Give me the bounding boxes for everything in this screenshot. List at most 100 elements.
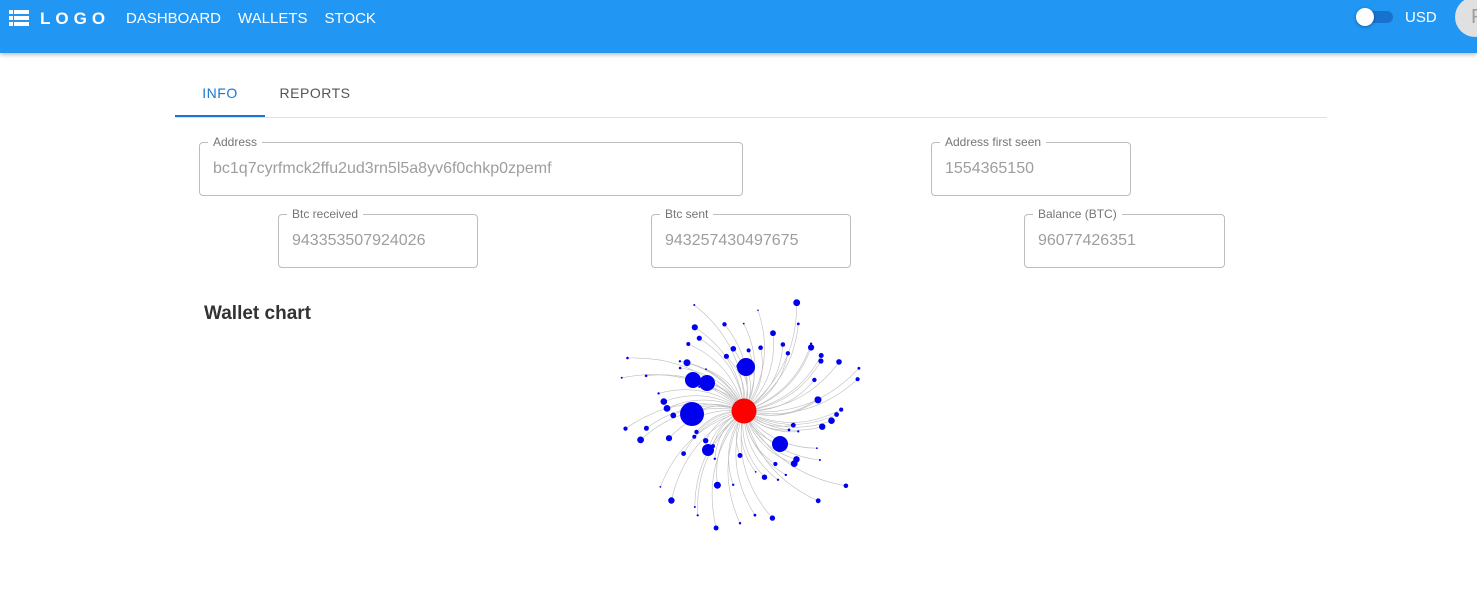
- graph-node[interactable]: [819, 423, 826, 430]
- graph-node[interactable]: [713, 457, 716, 460]
- graph-node[interactable]: [696, 514, 699, 517]
- graph-node[interactable]: [757, 309, 759, 312]
- graph-node[interactable]: [793, 299, 801, 307]
- graph-node[interactable]: [696, 335, 702, 341]
- graph-node[interactable]: [772, 436, 788, 452]
- graph-node[interactable]: [678, 366, 682, 370]
- graph-link: [743, 410, 819, 502]
- graph-node[interactable]: [828, 417, 835, 424]
- graph-node[interactable]: [790, 460, 798, 467]
- graph-node[interactable]: [703, 438, 709, 444]
- graph-node[interactable]: [773, 461, 778, 467]
- graph-node[interactable]: [692, 434, 697, 439]
- graph-node[interactable]: [693, 304, 696, 306]
- graph-node[interactable]: [742, 322, 745, 325]
- graph-node[interactable]: [834, 412, 839, 417]
- graph-node[interactable]: [770, 330, 776, 337]
- graph-node[interactable]: [843, 483, 849, 489]
- graph-node[interactable]: [836, 359, 842, 365]
- graph-node[interactable]: [637, 436, 644, 444]
- graph-node[interactable]: [857, 366, 861, 370]
- graph-node[interactable]: [815, 498, 821, 504]
- graph-node[interactable]: [713, 525, 719, 531]
- graph-node[interactable]: [753, 513, 757, 517]
- tab-reports[interactable]: REPORTS: [265, 71, 365, 115]
- graph-node[interactable]: [665, 435, 673, 442]
- logo[interactable]: LOGO: [40, 9, 110, 29]
- graph-node[interactable]: [784, 473, 787, 477]
- graph-node[interactable]: [711, 444, 715, 449]
- address-input[interactable]: [213, 143, 729, 195]
- graph-node[interactable]: [730, 346, 737, 352]
- btc-received-input[interactable]: [292, 215, 464, 267]
- graph-node[interactable]: [785, 351, 791, 356]
- nav-wallets[interactable]: WALLETS: [238, 10, 307, 27]
- graph-node[interactable]: [818, 459, 821, 461]
- graph-node[interactable]: [814, 396, 822, 404]
- graph-node[interactable]: [738, 522, 742, 525]
- graph-node[interactable]: [796, 322, 800, 326]
- graph-node[interactable]: [663, 405, 671, 412]
- graph-node[interactable]: [681, 451, 686, 456]
- graph-node[interactable]: [685, 372, 701, 388]
- nav-dashboard[interactable]: DASHBOARD: [126, 10, 221, 27]
- wallet-network-graph[interactable]: [603, 296, 873, 546]
- graph-node[interactable]: [769, 515, 776, 521]
- graph-node[interactable]: [620, 376, 623, 379]
- avatar[interactable]: F: [1455, 0, 1477, 37]
- graph-node[interactable]: [713, 481, 721, 489]
- graph-node[interactable]: [797, 430, 800, 433]
- graph-node[interactable]: [668, 497, 675, 504]
- graph-node[interactable]: [808, 344, 815, 351]
- graph-node[interactable]: [761, 474, 768, 480]
- btc-sent-input[interactable]: [665, 215, 837, 267]
- graph-node[interactable]: [839, 407, 844, 412]
- first-seen-input[interactable]: [945, 143, 1117, 195]
- graph-node[interactable]: [722, 322, 727, 327]
- graph-node[interactable]: [746, 348, 751, 353]
- nav-stock[interactable]: STOCK: [325, 10, 376, 27]
- btc-sent-field: Btc sent: [651, 207, 851, 268]
- balance-input[interactable]: [1038, 215, 1211, 267]
- graph-node[interactable]: [694, 429, 699, 435]
- graph-node[interactable]: [623, 426, 628, 431]
- graph-node[interactable]: [818, 358, 824, 364]
- menu-icon[interactable]: [9, 10, 29, 26]
- graph-node[interactable]: [736, 363, 743, 370]
- graph-node[interactable]: [626, 356, 629, 360]
- graph-node[interactable]: [659, 486, 662, 488]
- graph-node[interactable]: [705, 368, 707, 371]
- graph-node[interactable]: [787, 428, 791, 432]
- graph-node[interactable]: [723, 353, 729, 359]
- graph-node[interactable]: [818, 353, 824, 358]
- graph-node[interactable]: [754, 471, 757, 473]
- graph-node[interactable]: [678, 360, 682, 363]
- graph-node[interactable]: [683, 359, 691, 367]
- graph-node[interactable]: [691, 324, 698, 331]
- graph-node[interactable]: [680, 402, 704, 426]
- chart-title: Wallet chart: [204, 303, 311, 324]
- graph-node[interactable]: [780, 342, 786, 347]
- graph-node[interactable]: [660, 398, 668, 405]
- address-field: Address: [199, 135, 743, 196]
- graph-node[interactable]: [693, 506, 696, 508]
- graph-node[interactable]: [686, 342, 691, 346]
- graph-node[interactable]: [812, 377, 817, 383]
- currency-toggle[interactable]: [1356, 8, 1394, 26]
- tab-info[interactable]: INFO: [175, 71, 265, 117]
- graph-node[interactable]: [657, 392, 660, 395]
- btc-received-field: Btc received: [278, 207, 478, 268]
- graph-node[interactable]: [670, 412, 677, 419]
- graph-node[interactable]: [643, 425, 649, 431]
- graph-node[interactable]: [732, 483, 735, 486]
- graph-node[interactable]: [737, 453, 743, 458]
- graph-node[interactable]: [816, 447, 818, 450]
- graph-node[interactable]: [698, 385, 701, 388]
- graph-node[interactable]: [855, 377, 860, 382]
- graph-node[interactable]: [699, 375, 715, 391]
- graph-node[interactable]: [644, 374, 648, 378]
- graph-node[interactable]: [776, 478, 780, 481]
- graph-node[interactable]: [758, 345, 763, 350]
- graph-center-node[interactable]: [731, 398, 757, 424]
- graph-node[interactable]: [790, 422, 796, 428]
